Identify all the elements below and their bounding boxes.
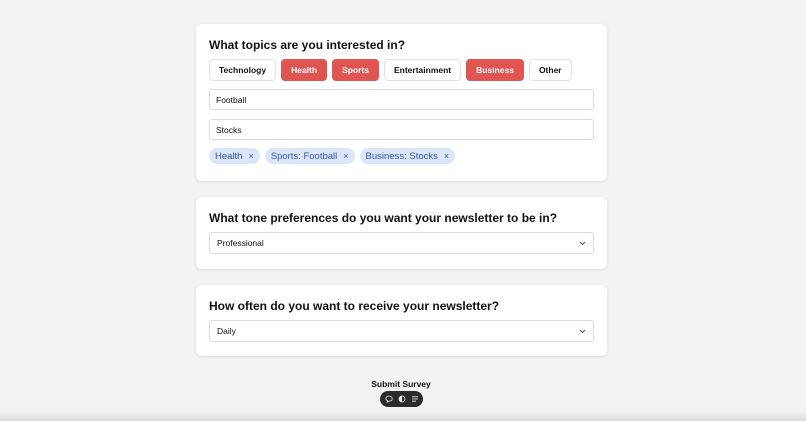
topics-card: What topics are you interested in? Techn…: [196, 24, 607, 181]
tag-health: Health ×: [209, 148, 260, 164]
list-icon[interactable]: [410, 395, 419, 404]
remove-tag-icon[interactable]: ×: [444, 151, 449, 161]
frequency-select[interactable]: Daily: [209, 320, 594, 342]
tag-business-stocks: Business: Stocks ×: [359, 148, 456, 164]
tag-label: Business: Stocks: [365, 150, 438, 162]
survey-page: What topics are you interested in? Techn…: [0, 0, 806, 421]
topic-chip-technology[interactable]: Technology: [209, 59, 277, 81]
topic-chip-business[interactable]: Business: [466, 59, 524, 81]
tag-label: Sports: Football: [270, 150, 338, 162]
topics-question: What topics are you interested in?: [209, 38, 406, 52]
comment-icon[interactable]: [384, 395, 393, 404]
tone-card: What tone preferences do you want your n…: [196, 197, 607, 269]
tag-sports-football: Sports: Football ×: [264, 148, 355, 164]
topic-chip-health[interactable]: Health: [281, 59, 328, 81]
topic-chip-entertainment[interactable]: Entertainment: [383, 59, 462, 81]
topic-chips: Technology Health Sports Entertainment B…: [209, 59, 594, 81]
tone-select[interactable]: Professional: [209, 232, 594, 254]
sports-detail-input[interactable]: [209, 89, 594, 110]
bottom-edge-shadow: [0, 411, 806, 421]
chevron-down-icon: [578, 327, 586, 335]
submit-survey-button[interactable]: Submit Survey: [351, 379, 451, 389]
tone-selected-value: Professional: [217, 238, 264, 248]
toggle-icon[interactable]: [397, 395, 406, 404]
chevron-down-icon: [578, 239, 586, 247]
remove-tag-icon[interactable]: ×: [248, 151, 253, 161]
frequency-selected-value: Daily: [217, 326, 236, 336]
remove-tag-icon[interactable]: ×: [343, 151, 348, 161]
floating-toolbar: [380, 391, 423, 407]
tone-question: What tone preferences do you want your n…: [209, 211, 558, 225]
frequency-card: How often do you want to receive your ne…: [196, 285, 607, 356]
business-detail-input[interactable]: [209, 119, 594, 140]
frequency-question: How often do you want to receive your ne…: [209, 299, 500, 313]
topic-chip-other[interactable]: Other: [528, 59, 572, 81]
topic-chip-sports[interactable]: Sports: [332, 59, 379, 81]
selected-tags: Health × Sports: Football × Business: St…: [209, 148, 594, 164]
tag-label: Health: [215, 150, 243, 162]
